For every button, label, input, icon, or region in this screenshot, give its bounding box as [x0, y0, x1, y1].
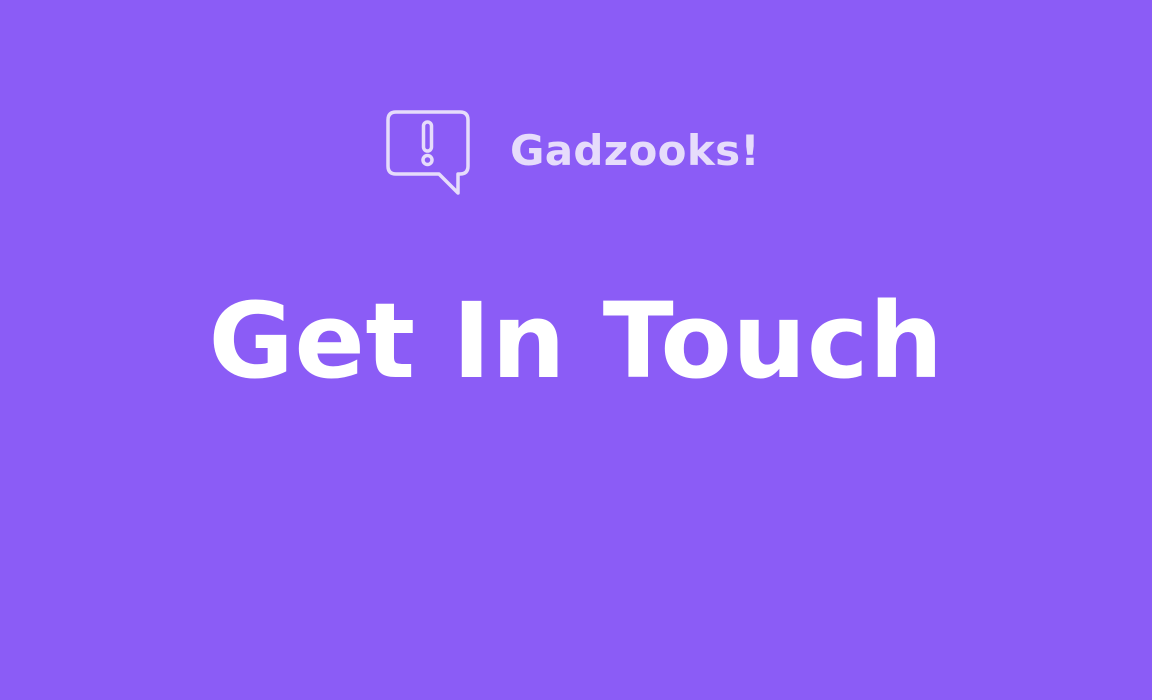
speech-bubble-exclamation-icon: [386, 110, 470, 196]
page: Gadzooks! Get In Touch: [0, 0, 1152, 700]
brand-name: Gadzooks!: [510, 126, 760, 175]
brand-logo[interactable]: Gadzooks!: [386, 110, 760, 196]
page-title: Get In Touch: [208, 280, 944, 402]
